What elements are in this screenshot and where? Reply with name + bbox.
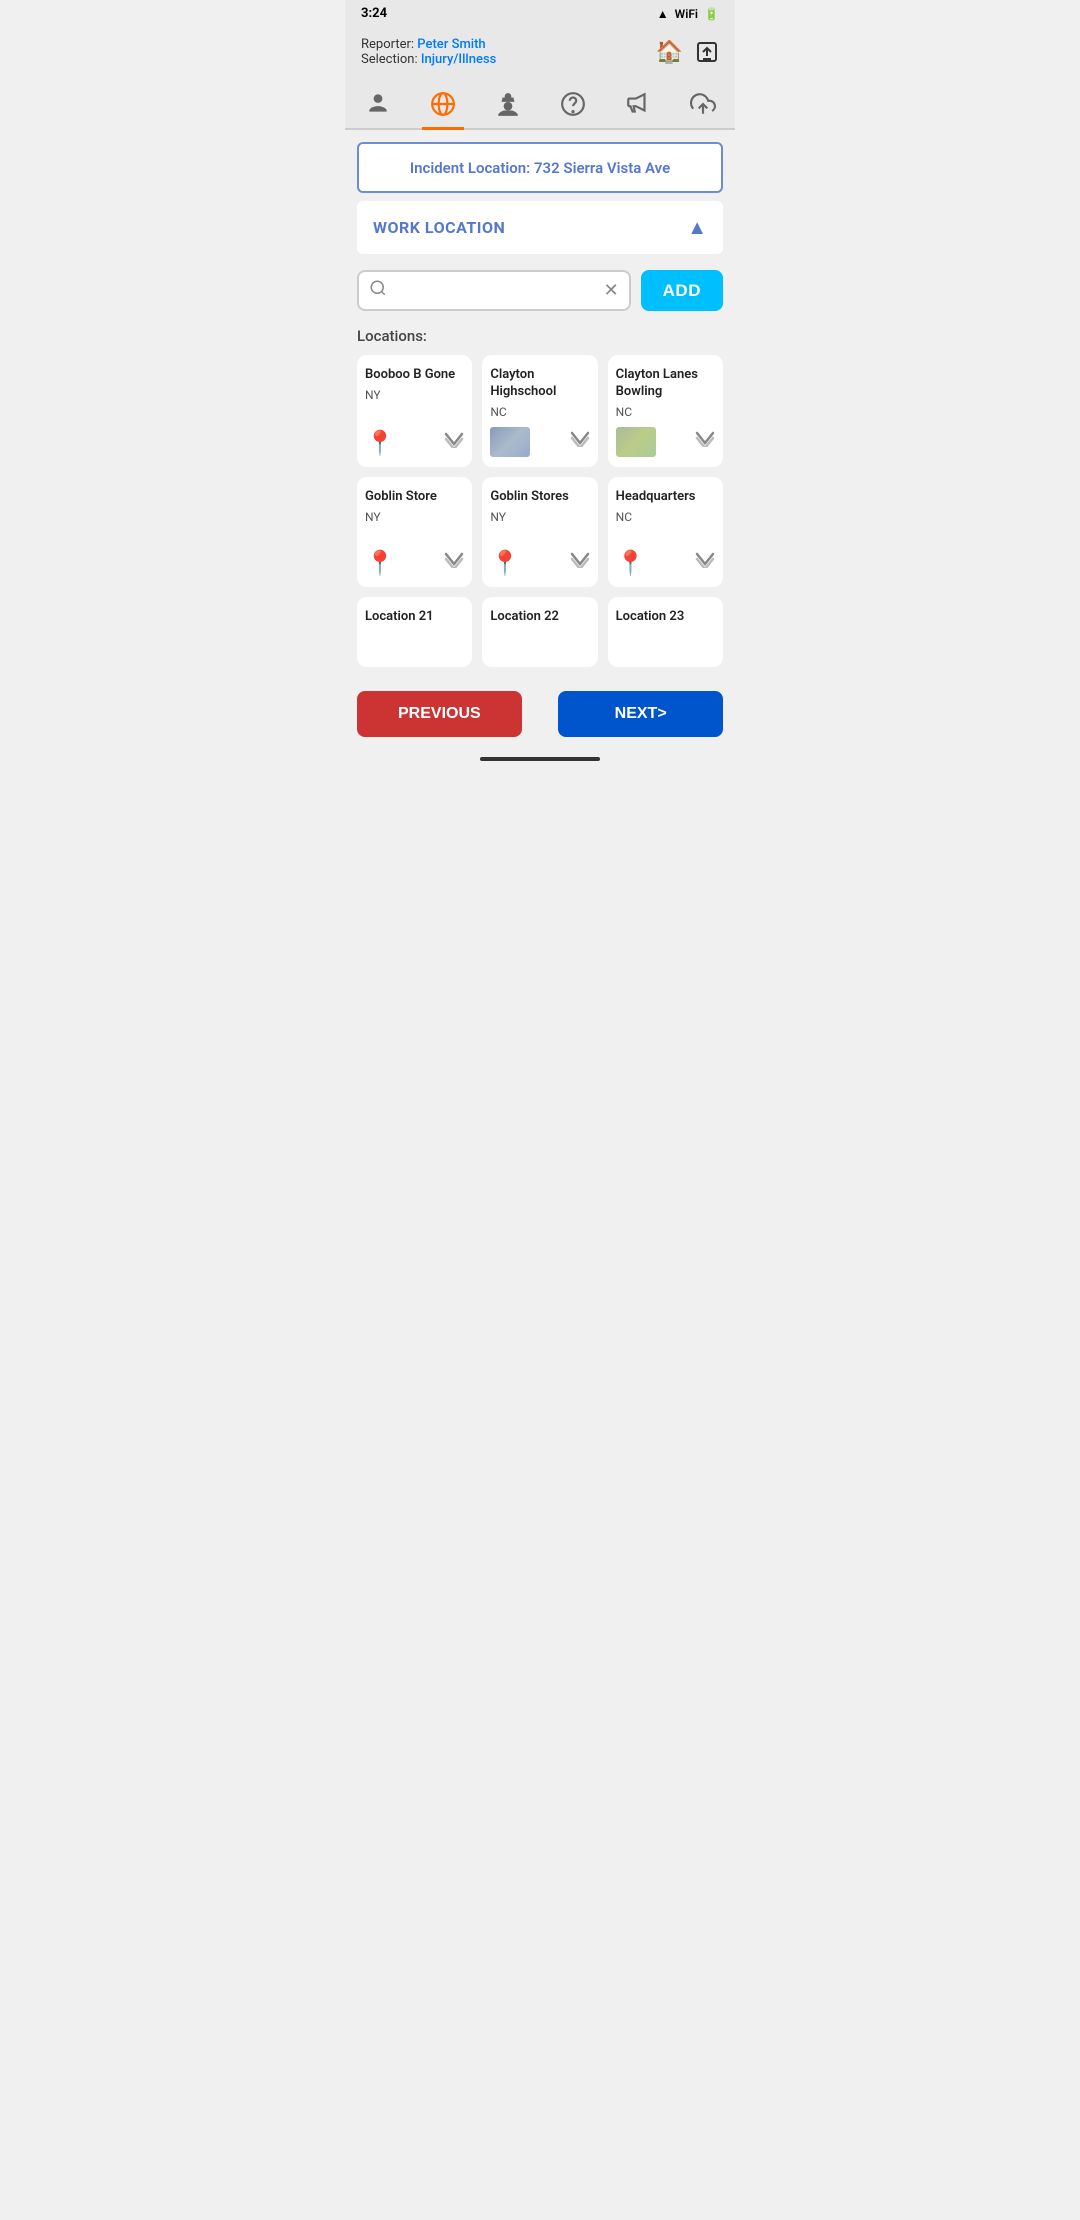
- card-bottom: [490, 427, 589, 457]
- pin-icon: 📍: [365, 429, 395, 457]
- search-row: ✕ ADD: [357, 270, 723, 311]
- battery-icon: 🔋: [704, 7, 719, 21]
- location-name: Goblin Stores: [490, 489, 569, 506]
- home-bar: [480, 757, 600, 761]
- location-name: Goblin Store: [365, 489, 437, 506]
- card-bottom: 📍: [365, 549, 464, 577]
- location-name: Booboo B Gone: [365, 367, 455, 384]
- pin-icon: 📍: [490, 549, 520, 577]
- location-name: Clayton Lanes Bowling: [616, 367, 715, 401]
- tab-person[interactable]: [357, 85, 399, 130]
- selection-label: Selection:: [361, 52, 418, 67]
- wifi-icon: WiFi: [675, 7, 698, 21]
- work-location-section[interactable]: WORK LOCATION ▲: [357, 201, 723, 254]
- location-thumbnail: [616, 427, 656, 457]
- export-button[interactable]: [695, 40, 719, 64]
- location-state: NY: [490, 510, 506, 524]
- chevron-down-icon: [444, 432, 464, 453]
- location-state: NY: [365, 388, 381, 402]
- location-card-location-22[interactable]: Location 22: [482, 597, 597, 667]
- status-time: 3:24: [361, 6, 387, 21]
- previous-button[interactable]: PREVIOUS: [357, 691, 522, 737]
- reporter-line: Reporter: Peter Smith: [361, 37, 496, 52]
- incident-location-text: Incident Location: 732 Sierra Vista Ave: [410, 159, 670, 177]
- location-name: Headquarters: [616, 489, 696, 506]
- chevron-down-icon: [695, 431, 715, 452]
- chevron-down-icon: [695, 552, 715, 573]
- location-state: NC: [616, 510, 632, 524]
- chevron-down-icon: [570, 431, 590, 452]
- bottom-nav: PREVIOUS NEXT>: [345, 679, 735, 749]
- pin-icon: 📍: [616, 549, 646, 577]
- location-card-location-21[interactable]: Location 21: [357, 597, 472, 667]
- status-bar: 3:24 ▲ WiFi 🔋: [345, 0, 735, 27]
- location-card-clayton-lanes-bowling[interactable]: Clayton Lanes Bowling NC: [608, 355, 723, 467]
- selection-line: Selection: Injury/Illness: [361, 52, 496, 67]
- location-card-headquarters[interactable]: Headquarters NC 📍: [608, 477, 723, 587]
- tab-upload[interactable]: [682, 85, 724, 130]
- tab-globe[interactable]: [422, 85, 464, 130]
- status-icons: ▲ WiFi 🔋: [657, 7, 719, 21]
- card-bottom: 📍: [490, 549, 589, 577]
- reporter-name: Peter Smith: [417, 37, 485, 52]
- clear-icon[interactable]: ✕: [604, 280, 619, 301]
- chevron-down-icon: [444, 552, 464, 573]
- next-button[interactable]: NEXT>: [558, 691, 723, 737]
- location-card-goblin-store[interactable]: Goblin Store NY 📍: [357, 477, 472, 587]
- search-icon: [369, 279, 387, 302]
- location-state: NY: [365, 510, 381, 524]
- card-bottom: 📍: [365, 429, 464, 457]
- locations-grid: Booboo B Gone NY 📍 Clayton Highschool NC: [357, 355, 723, 667]
- location-state: NC: [616, 405, 632, 419]
- location-card-clayton-highschool[interactable]: Clayton Highschool NC: [482, 355, 597, 467]
- location-card-booboo-b-gone[interactable]: Booboo B Gone NY 📍: [357, 355, 472, 467]
- work-location-title: WORK LOCATION: [373, 218, 505, 237]
- location-name: Location 23: [616, 609, 685, 626]
- locations-label: Locations:: [357, 327, 723, 345]
- card-bottom: 📍: [616, 549, 715, 577]
- home-button[interactable]: 🏠: [656, 39, 683, 65]
- location-card-location-23[interactable]: Location 23: [608, 597, 723, 667]
- signal-icon: ▲: [657, 7, 669, 21]
- location-thumbnail: [490, 427, 530, 457]
- add-button[interactable]: ADD: [641, 270, 723, 311]
- pin-icon: 📍: [365, 549, 395, 577]
- reporter-label: Reporter:: [361, 37, 414, 52]
- location-state: NC: [490, 405, 506, 419]
- location-name: Location 21: [365, 609, 434, 626]
- tab-worker[interactable]: [487, 85, 529, 130]
- chevron-down-icon: [570, 552, 590, 573]
- selection-value: Injury/Illness: [421, 52, 496, 67]
- nav-tabs: [345, 79, 735, 130]
- location-name: Location 22: [490, 609, 559, 626]
- header-icons: 🏠: [656, 39, 719, 65]
- tab-question[interactable]: [552, 85, 594, 130]
- search-container: ✕: [357, 270, 631, 311]
- location-card-goblin-stores[interactable]: Goblin Stores NY 📍: [482, 477, 597, 587]
- incident-banner: Incident Location: 732 Sierra Vista Ave: [357, 142, 723, 193]
- tab-megaphone[interactable]: [617, 85, 659, 130]
- collapse-icon: ▲: [687, 215, 707, 240]
- home-indicator: [345, 749, 735, 765]
- header-info: Reporter: Peter Smith Selection: Injury/…: [361, 37, 496, 67]
- card-bottom: [616, 427, 715, 457]
- location-name: Clayton Highschool: [490, 367, 589, 401]
- main-content: ✕ ADD Locations: Booboo B Gone NY 📍 Clay…: [345, 258, 735, 679]
- search-input[interactable]: [393, 272, 604, 309]
- header: Reporter: Peter Smith Selection: Injury/…: [345, 27, 735, 79]
